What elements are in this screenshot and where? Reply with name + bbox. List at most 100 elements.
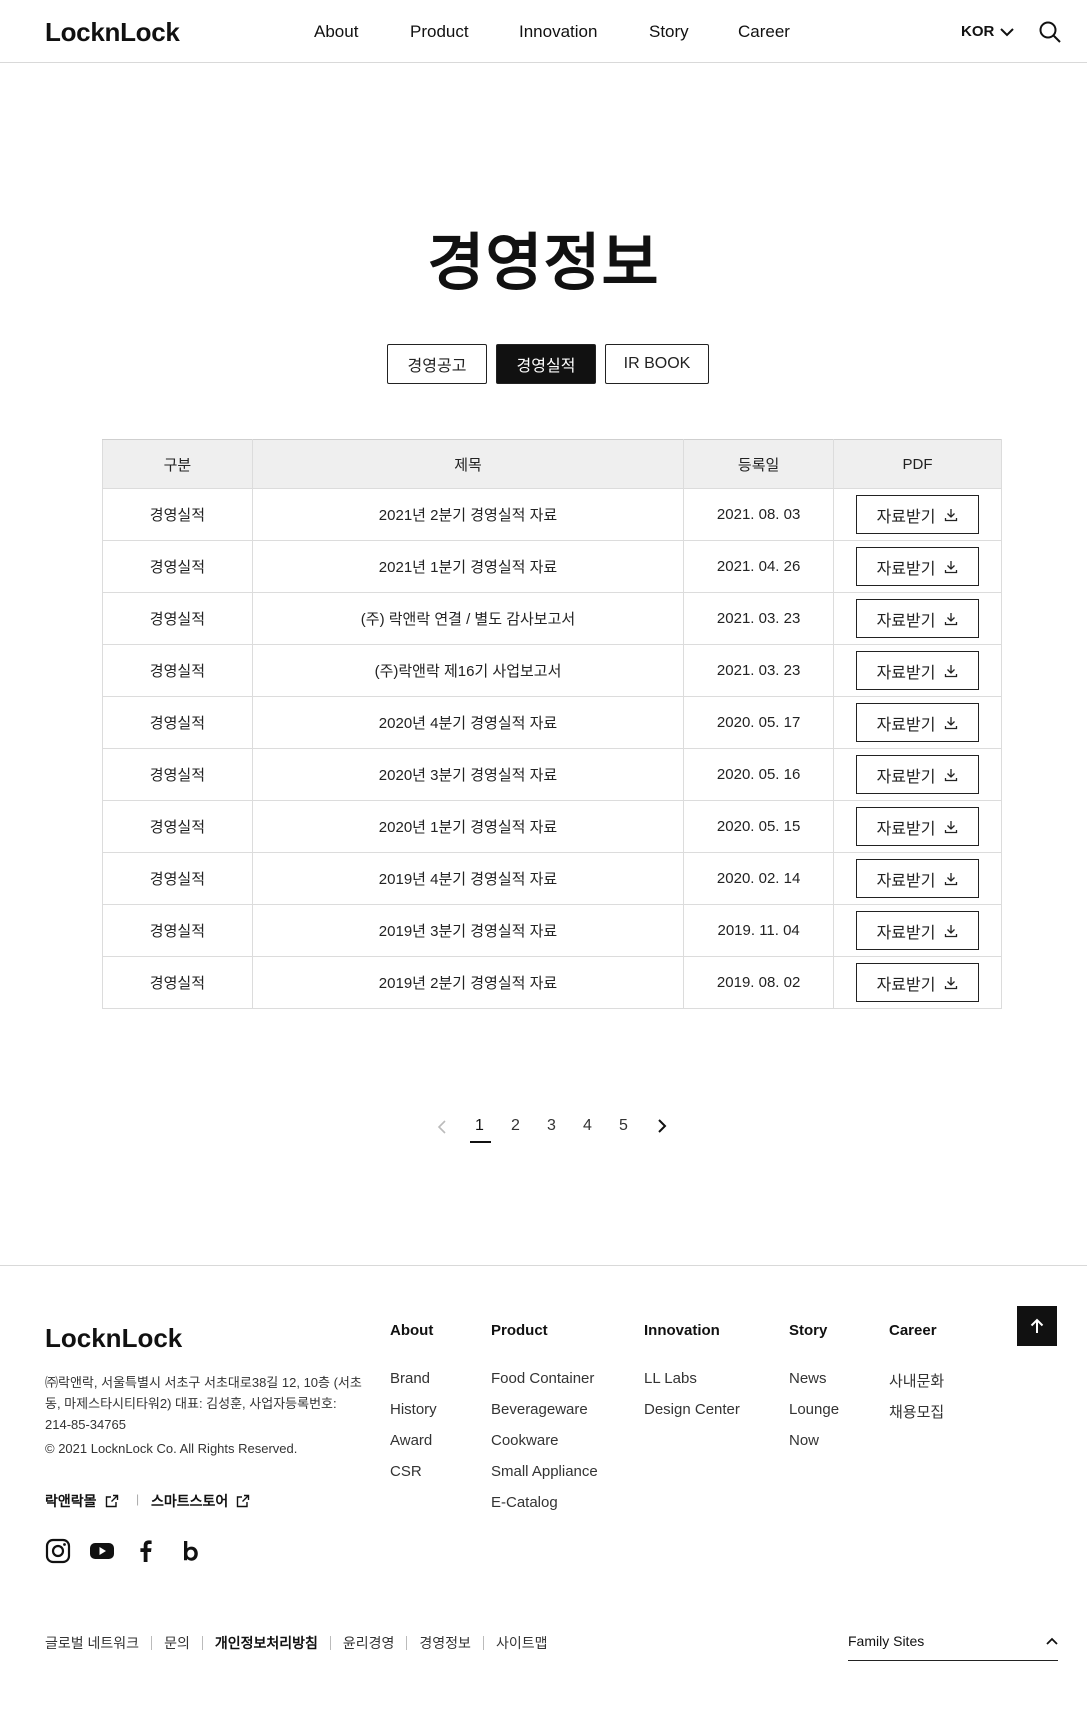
row-title: (주) 락앤락 연결 / 별도 감사보고서	[251, 592, 685, 645]
nav-about[interactable]: About	[314, 22, 358, 42]
download-button[interactable]: 자료받기	[856, 911, 980, 950]
row-date: 2020. 05. 16	[683, 748, 835, 801]
download-button[interactable]: 자료받기	[856, 859, 980, 898]
footer-bottom-links: 글로벌 네트워크 문의 개인정보처리방침 윤리경영 경영정보 사이트맵	[45, 1636, 559, 1650]
row-date: 2021. 03. 23	[683, 644, 835, 697]
link-management-info[interactable]: 경영정보	[406, 1636, 483, 1650]
link-privacy-policy[interactable]: 개인정보처리방침	[201, 1636, 330, 1650]
row-title: 2019년 4분기 경영실적 자료	[251, 852, 685, 905]
download-button[interactable]: 자료받기	[856, 807, 980, 846]
download-button[interactable]: 자료받기	[856, 651, 980, 690]
row-title: 2020년 4분기 경영실적 자료	[251, 696, 685, 749]
footer-link-e-catalog[interactable]: E-Catalog	[491, 1494, 558, 1511]
tab-ir-book[interactable]: IR BOOK	[605, 344, 709, 384]
youtube-icon[interactable]	[89, 1538, 115, 1564]
chevron-up-icon	[1046, 1637, 1058, 1645]
page-1[interactable]: 1	[475, 1117, 484, 1135]
footer-link-history[interactable]: History	[390, 1401, 437, 1418]
download-label: 자료받기	[876, 820, 936, 838]
shop-link-smartstore[interactable]: 스마트스토어	[151, 1491, 250, 1511]
results-table: 구분 제목 등록일 PDF 경영실적 2021년 2분기 경영실적 자료 2021.…	[102, 439, 1002, 1009]
download-button[interactable]: 자료받기	[856, 755, 980, 794]
link-contact[interactable]: 문의	[151, 1636, 202, 1650]
page-3[interactable]: 3	[547, 1117, 556, 1135]
row-category: 경영실적	[102, 488, 253, 541]
search-icon[interactable]	[1038, 20, 1062, 44]
tab-performance[interactable]: 경영실적	[496, 344, 596, 384]
row-title: 2020년 3분기 경영실적 자료	[251, 748, 685, 801]
footer-link-recruit[interactable]: 채용모집	[889, 1401, 944, 1422]
footer-heading-story[interactable]: Story	[789, 1322, 827, 1339]
row-pdf-cell: 자료받기	[833, 540, 1002, 593]
footer-link-csr[interactable]: CSR	[390, 1463, 422, 1480]
nav-career[interactable]: Career	[738, 22, 790, 42]
download-icon	[945, 560, 958, 573]
shop-link-lnl-mall[interactable]: 락앤락몰	[45, 1491, 119, 1511]
footer-link-cookware[interactable]: Cookware	[491, 1432, 559, 1449]
row-date: 2019. 08. 02	[683, 956, 835, 1009]
footer-link-lounge[interactable]: Lounge	[789, 1401, 839, 1418]
table-row: 경영실적 2021년 2분기 경영실적 자료 2021. 08. 03 자료받기	[102, 488, 1002, 541]
footer-link-news[interactable]: News	[789, 1370, 827, 1387]
footer-heading-career[interactable]: Career	[889, 1322, 937, 1339]
row-category: 경영실적	[102, 644, 253, 697]
download-button[interactable]: 자료받기	[856, 963, 980, 1002]
footer-heading-product[interactable]: Product	[491, 1322, 548, 1339]
download-button[interactable]: 자료받기	[856, 547, 980, 586]
table-row: 경영실적 (주)락앤락 제16기 사업보고서 2021. 03. 23 자료받기	[102, 644, 1002, 697]
download-icon	[945, 612, 958, 625]
logo[interactable]: LocknLock	[45, 17, 180, 48]
download-icon	[945, 508, 958, 521]
row-title: (주)락앤락 제16기 사업보고서	[251, 644, 685, 697]
link-sitemap[interactable]: 사이트맵	[482, 1636, 560, 1650]
row-category: 경영실적	[102, 540, 253, 593]
row-title: 2020년 1분기 경영실적 자료	[251, 800, 685, 853]
page-2[interactable]: 2	[511, 1117, 520, 1135]
footer-link-design-center[interactable]: Design Center	[644, 1401, 740, 1418]
column-header-title: 제목	[251, 439, 685, 489]
family-sites-label: Family Sites	[848, 1633, 925, 1649]
tab-notice[interactable]: 경영공고	[387, 344, 487, 384]
footer-logo: LocknLock	[45, 1323, 183, 1353]
link-global-network[interactable]: 글로벌 네트워크	[45, 1636, 151, 1650]
download-icon	[945, 664, 958, 677]
download-label: 자료받기	[876, 976, 936, 994]
download-label: 자료받기	[876, 872, 936, 890]
row-title: 2021년 1분기 경영실적 자료	[251, 540, 685, 593]
download-button[interactable]: 자료받기	[856, 703, 980, 742]
instagram-icon[interactable]	[45, 1538, 71, 1564]
chevron-right-icon[interactable]	[657, 1119, 667, 1133]
blog-icon[interactable]	[177, 1538, 203, 1564]
table-row: 경영실적 2020년 3분기 경영실적 자료 2020. 05. 16 자료받기	[102, 748, 1002, 801]
footer-link-small-appliance[interactable]: Small Appliance	[491, 1463, 598, 1480]
nav-innovation[interactable]: Innovation	[519, 22, 597, 42]
footer-link-beverageware[interactable]: Beverageware	[491, 1401, 588, 1418]
row-date: 2021. 03. 23	[683, 592, 835, 645]
nav-story[interactable]: Story	[649, 22, 689, 42]
nav-product[interactable]: Product	[410, 22, 469, 42]
footer-heading-about[interactable]: About	[390, 1322, 433, 1339]
download-button[interactable]: 자료받기	[856, 599, 980, 638]
row-date: 2020. 02. 14	[683, 852, 835, 905]
link-ethics[interactable]: 윤리경영	[329, 1636, 407, 1650]
chevron-left-icon[interactable]	[437, 1120, 447, 1134]
download-button[interactable]: 자료받기	[856, 495, 980, 534]
footer-link-culture[interactable]: 사내문화	[889, 1370, 944, 1391]
footer-link-brand[interactable]: Brand	[390, 1370, 430, 1387]
footer-link-ll-labs[interactable]: LL Labs	[644, 1370, 697, 1387]
row-category: 경영실적	[102, 748, 253, 801]
facebook-icon[interactable]	[133, 1538, 159, 1564]
footer-link-food-container[interactable]: Food Container	[491, 1370, 594, 1387]
row-pdf-cell: 자료받기	[833, 904, 1002, 957]
language-selector[interactable]: KOR	[961, 23, 1015, 40]
download-label: 자료받기	[876, 716, 936, 734]
family-sites-select[interactable]: Family Sites	[848, 1633, 1058, 1661]
page-5[interactable]: 5	[619, 1117, 628, 1135]
footer-divider	[0, 1265, 1087, 1266]
footer-heading-innovation[interactable]: Innovation	[644, 1322, 720, 1339]
footer-link-now[interactable]: Now	[789, 1432, 819, 1449]
row-category: 경영실적	[102, 800, 253, 853]
scroll-top-button[interactable]	[1017, 1306, 1057, 1346]
footer-link-award[interactable]: Award	[390, 1432, 432, 1449]
page-4[interactable]: 4	[583, 1117, 592, 1135]
